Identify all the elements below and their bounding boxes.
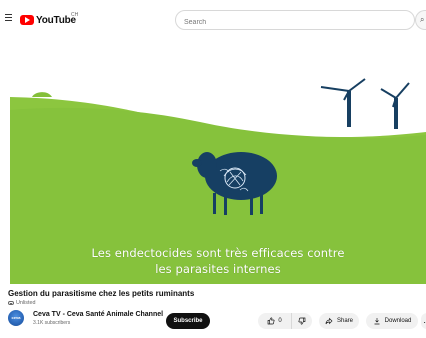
search-input[interactable] [176,13,414,29]
video-subtitle-line: les parasites internes [155,262,281,276]
download-button[interactable]: Download [366,313,418,329]
share-icon [325,317,333,325]
country-code: CH [71,12,79,18]
download-label: Download [384,318,412,324]
share-button[interactable]: Share [319,313,359,329]
youtube-logo[interactable]: YouTube [20,12,76,28]
search-icon[interactable]: ⌕ [415,10,426,30]
video-player[interactable]: Les endectocides sont très efficaces con… [10,44,426,284]
share-label: Share [336,318,353,324]
like-count: 0 [278,318,282,324]
video-title: Gestion du parasitisme chez les petits r… [8,289,195,298]
download-icon [374,318,380,325]
youtube-play-icon [20,15,34,25]
search-box[interactable] [175,10,415,30]
youtube-watch-page: YouTube CH ⌕ [0,0,426,338]
visibility-label: Unlisted [16,300,36,306]
menu-icon[interactable] [5,13,15,23]
top-navigation-bar: YouTube CH ⌕ [0,0,426,38]
more-actions-button[interactable]: … [421,313,426,329]
subscriber-count: 3.1K subscribers [33,320,71,326]
avatar[interactable]: ceva [8,310,24,326]
channel-name[interactable]: Ceva TV - Ceva Santé Animale Channel [33,311,163,318]
link-icon [8,301,14,305]
youtube-logo-text: YouTube [36,14,76,26]
like-dislike-group: 0 [258,313,312,329]
dislike-button[interactable] [292,313,312,329]
video-subtitle-line: Les endectocides sont très efficaces con… [91,246,345,260]
like-button[interactable]: 0 [258,313,292,329]
thumbs-up-icon [268,317,275,325]
visibility-status: Unlisted [8,300,35,306]
thumbs-down-icon [298,317,306,325]
subscribe-button[interactable]: Subscribe [166,313,210,329]
